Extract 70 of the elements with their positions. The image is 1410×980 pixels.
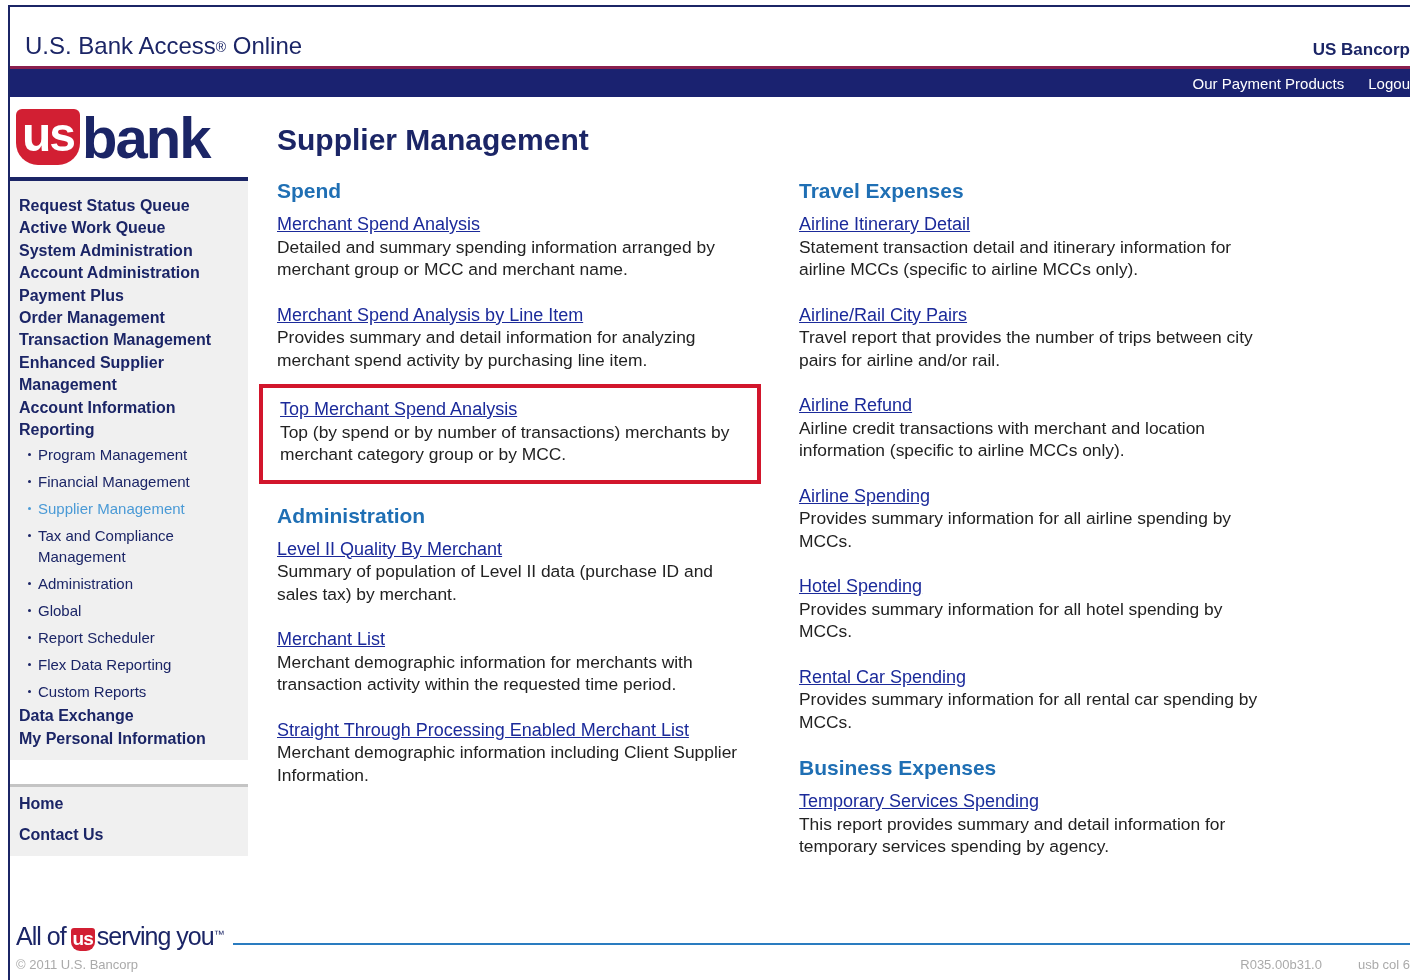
bullet-icon <box>28 480 31 484</box>
section-heading: Business Expenses <box>799 756 998 780</box>
report-link[interactable]: Merchant List <box>277 629 386 649</box>
report-link[interactable]: Top Merchant Spend Analysis <box>280 399 518 419</box>
sidebar-item[interactable]: Data Exchange <box>19 705 234 728</box>
sidebar-item[interactable]: Payment Plus <box>19 284 234 308</box>
sidebar-item[interactable]: Request Status Queue <box>19 195 234 218</box>
report-link[interactable]: Merchant Spend Analysis by Line Item <box>277 304 584 325</box>
bullet-icon <box>28 636 31 640</box>
bullet-icon <box>28 507 31 511</box>
report-link[interactable]: Airline Refund <box>799 395 913 415</box>
report-link[interactable]: Level II Quality By Merchant <box>277 538 503 559</box>
sidebar-subitem[interactable]: Flex Data Reporting <box>19 651 248 679</box>
slogan: All of us serving you <box>16 922 214 951</box>
sidebar-subitem[interactable]: Custom Reports <box>19 678 248 706</box>
report-description: Provides summary information for all airline spending by MCCs. <box>799 507 1233 552</box>
company-name: US Bancorp <box>1312 40 1410 60</box>
report-link[interactable]: Rental Car Spending <box>799 666 967 687</box>
sidebar-subitem[interactable]: Program Management <box>19 441 248 469</box>
sidebar-subitem[interactable]: Administration <box>19 570 248 598</box>
report-description: Merchant demographic information including Client Supplier Information. <box>277 741 739 786</box>
bullet-icon <box>28 609 31 613</box>
server-text: usb col 6 <box>1357 957 1410 972</box>
report-description: Merchant demographic information for merchants with transaction activity within the requested time period. <box>277 650 694 696</box>
report-description: Detailed and summary spending information arranged by merchant group or MCC and merchant name. <box>277 235 716 281</box>
sidebar-item[interactable]: System Administration <box>19 239 234 263</box>
copyright: © 2011 U.S. Bancorp <box>16 957 139 972</box>
report-link[interactable]: Hotel Spending <box>799 576 923 596</box>
report-description: Provides summary and detail information for analyzing merchant spend activity by purchasing line item. <box>277 326 697 371</box>
report-link[interactable]: Airline Itinerary Detail <box>799 214 971 234</box>
trademark-sign: ™ <box>213 928 225 940</box>
sidebar-subitem[interactable]: Report Scheduler <box>19 624 248 652</box>
report-description: Provides summary information for all hotel spending by MCCs. <box>799 597 1224 643</box>
sidebar-item[interactable]: Order Management <box>19 307 234 330</box>
report-description: Travel report that provides the number of trips between city pairs for airline and/or rail. <box>799 326 1254 371</box>
bullet-icon <box>28 690 31 694</box>
section-heading: Administration <box>277 503 427 528</box>
sidebar-subitem[interactable]: Global <box>19 597 248 625</box>
report-description: Airline credit transactions with merchant and location information (specific to airline MCCs only). <box>799 416 1206 462</box>
report-description: Provides summary information for all rental car spending by MCCs. <box>799 688 1259 733</box>
bullet-icon <box>28 663 31 667</box>
sidebar-item[interactable]: Reporting <box>19 419 234 442</box>
nav-link[interactable]: Our Payment Products <box>1192 74 1345 92</box>
report-link[interactable]: Airline/Rail City Pairs <box>799 304 968 325</box>
section-heading: Travel Expenses <box>799 179 965 203</box>
section-heading: Spend <box>277 179 343 203</box>
bullet-icon <box>28 534 31 538</box>
sidebar-item[interactable]: My Personal Information <box>19 727 234 751</box>
sidebar-subitem[interactable]: Financial Management <box>19 468 248 496</box>
bullet-icon <box>28 453 31 457</box>
bullet-icon <box>28 582 31 586</box>
report-description: Top (by spend or by number of transactions) merchants by merchant category group or by MCC. <box>280 420 731 466</box>
nav-link[interactable]: Logou <box>1368 74 1410 92</box>
report-description: Summary of population of Level II data (purchase ID and sales tax) by merchant. <box>277 560 714 605</box>
sidebar-item[interactable]: Enhanced Supplier Management <box>19 351 234 397</box>
version-text: R035.00b31.0 <box>1240 957 1322 972</box>
sidebar-item[interactable]: Account Administration <box>19 262 234 285</box>
report-link[interactable]: Straight Through Processing Enabled Merchant List <box>277 719 689 740</box>
report-link[interactable]: Temporary Services Spending <box>799 791 1040 811</box>
sidebar-item[interactable]: Active Work Queue <box>19 217 234 240</box>
sidebar-item[interactable]: Account Information <box>19 396 234 420</box>
report-link[interactable]: Merchant Spend Analysis <box>277 214 481 234</box>
report-description: This report provides summary and detail information for temporary services spending by agency. <box>799 812 1227 858</box>
report-link[interactable]: Airline Spending <box>799 485 931 506</box>
sidebar-link[interactable]: Contact Us <box>19 823 234 847</box>
sidebar-link[interactable]: Home <box>19 793 234 816</box>
sidebar-subitem[interactable]: Tax and Compliance Management <box>19 522 248 571</box>
report-description: Statement transaction detail and itinerary information for airline MCCs (specific to airline MCCs only). <box>799 235 1233 281</box>
sidebar-item[interactable]: Transaction Management <box>19 329 234 352</box>
page-title: Supplier Management <box>277 123 590 157</box>
